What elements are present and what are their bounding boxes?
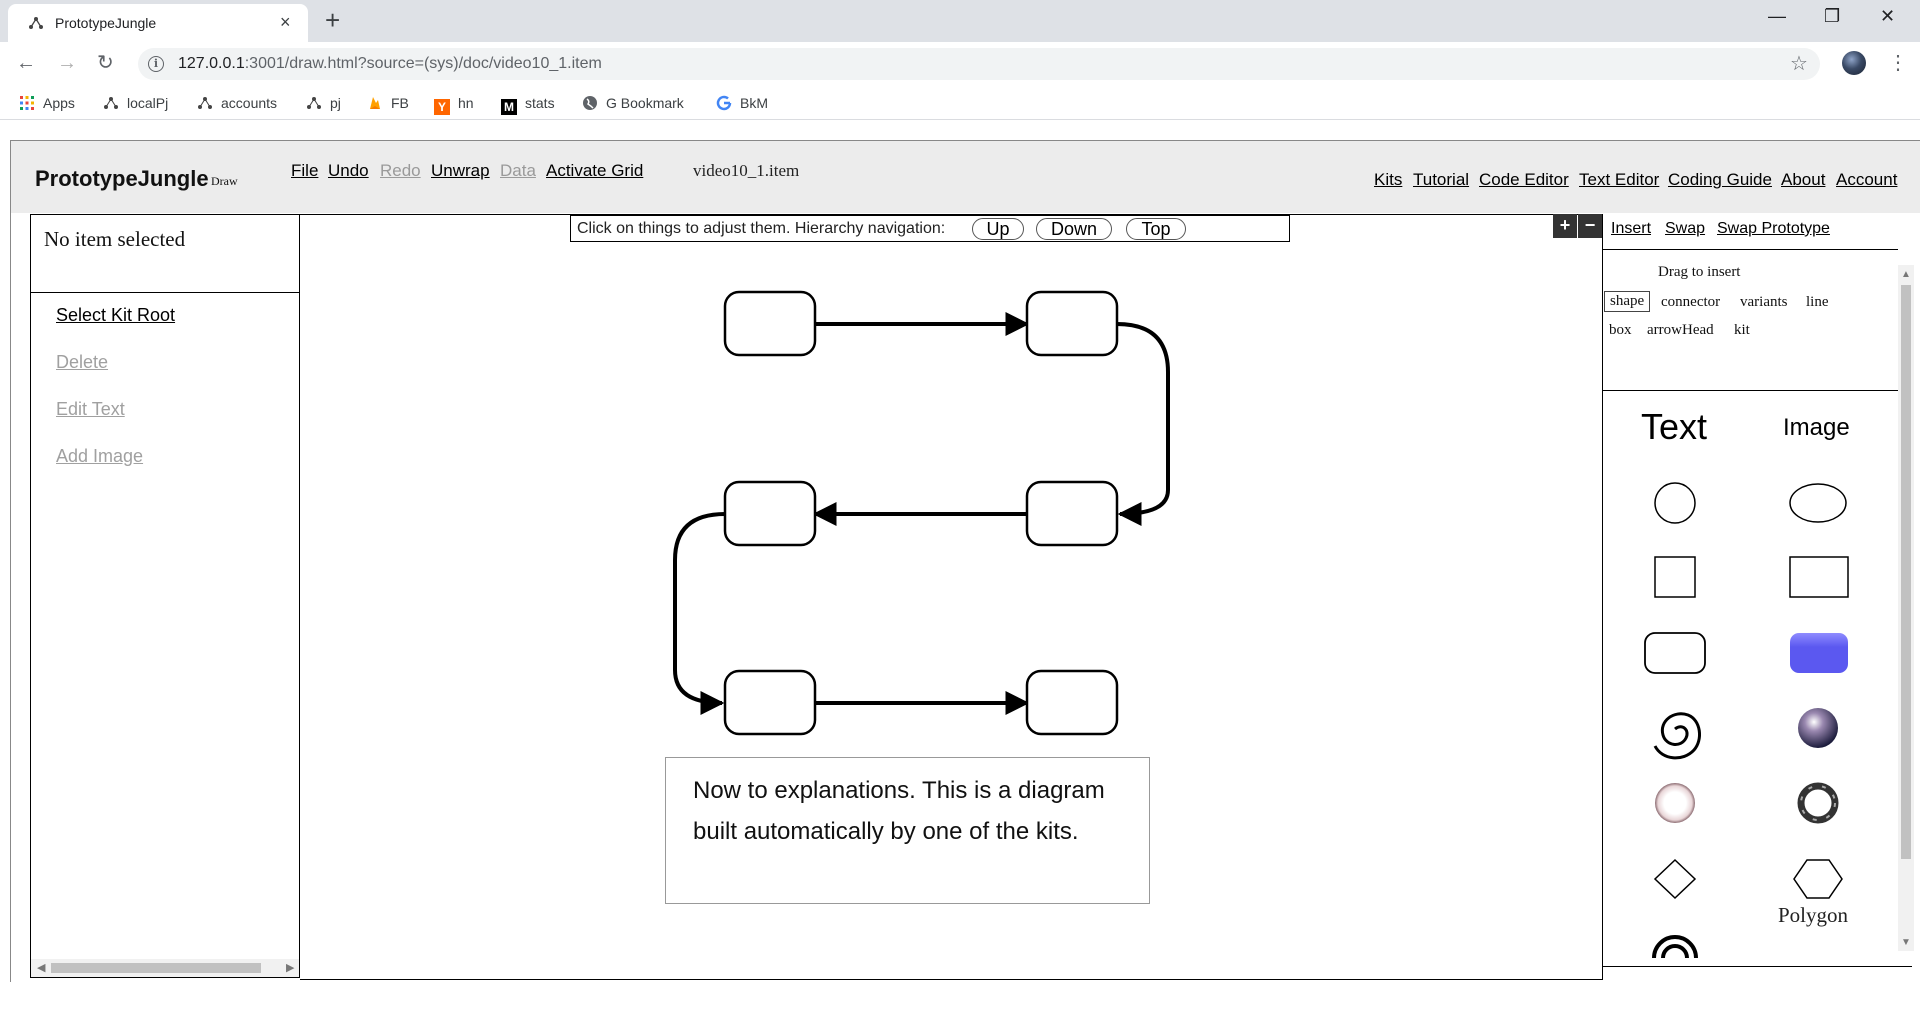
- palette-hexagon[interactable]: [1793, 859, 1843, 899]
- hierarchy-hint-bar: Click on things to adjust them. Hierarch…: [570, 215, 1290, 242]
- tab-insert[interactable]: Insert: [1611, 220, 1651, 238]
- diagram-node[interactable]: [1025, 290, 1119, 357]
- diagram-node[interactable]: [723, 480, 817, 547]
- palette-image-item[interactable]: Image: [1783, 414, 1850, 442]
- tab-swap[interactable]: Swap: [1665, 220, 1705, 238]
- palette-spiral[interactable]: [1653, 712, 1701, 760]
- nav-down-button[interactable]: Down: [1036, 218, 1112, 240]
- palette-rounded-rectangle[interactable]: [1644, 632, 1706, 674]
- shape-palette[interactable]: [1602, 460, 1898, 960]
- tab-swap-prototype[interactable]: Swap Prototype: [1717, 220, 1830, 238]
- zoom-out-button[interactable]: −: [1578, 214, 1602, 238]
- scroll-down-icon[interactable]: ▼: [1901, 937, 1911, 948]
- palette-arc[interactable]: [1652, 935, 1698, 959]
- category-shape[interactable]: shape: [1604, 291, 1651, 312]
- palette-polygon-label: Polygon: [1778, 903, 1849, 927]
- zoom-in-button[interactable]: +: [1553, 214, 1577, 238]
- connector-arrow[interactable]: [1116, 322, 1170, 526]
- palette-blue-rounded-rectangle[interactable]: [1790, 633, 1848, 673]
- palette-diamond[interactable]: [1653, 858, 1697, 900]
- explanation-textbox[interactable]: Now to explanations. This is a diagram b…: [665, 757, 1150, 904]
- category-arrowhead[interactable]: arrowHead: [1647, 322, 1714, 339]
- scrollbar-thumb[interactable]: [1901, 285, 1911, 859]
- connector-arrow[interactable]: [673, 512, 726, 715]
- scroll-up-icon[interactable]: ▲: [1901, 269, 1911, 280]
- category-kit[interactable]: kit: [1734, 322, 1750, 339]
- palette-rectangle[interactable]: [1789, 556, 1849, 598]
- palette-text-item[interactable]: Text: [1641, 406, 1707, 448]
- palette-donut[interactable]: [1797, 782, 1839, 824]
- nav-top-button[interactable]: Top: [1126, 218, 1186, 240]
- diagram-node[interactable]: [723, 290, 817, 357]
- category-line[interactable]: line: [1806, 294, 1829, 311]
- hint-text: Click on things to adjust them. Hierarch…: [577, 220, 946, 237]
- palette-ball[interactable]: [1798, 708, 1838, 748]
- diagram-node[interactable]: [723, 669, 817, 736]
- palette-scrollbar[interactable]: ▲ ▼: [1898, 265, 1914, 951]
- right-panel-bottom-border: [1602, 966, 1912, 967]
- palette-ellipse[interactable]: [1789, 483, 1847, 523]
- diagram-node[interactable]: [1025, 480, 1119, 547]
- drag-to-insert-label: Drag to insert: [1658, 264, 1741, 280]
- category-box: [1602, 249, 1898, 391]
- nav-up-button[interactable]: Up: [972, 218, 1024, 240]
- diagram-node[interactable]: [1025, 669, 1119, 736]
- category-box[interactable]: box: [1609, 322, 1632, 339]
- explanation-text: Now to explanations. This is a diagram b…: [693, 777, 1105, 845]
- palette-circle[interactable]: [1654, 482, 1696, 524]
- palette-shaded-ring[interactable]: [1655, 783, 1695, 823]
- palette-square[interactable]: [1654, 556, 1696, 598]
- category-connector[interactable]: connector: [1661, 294, 1720, 311]
- category-variants[interactable]: variants: [1740, 294, 1787, 311]
